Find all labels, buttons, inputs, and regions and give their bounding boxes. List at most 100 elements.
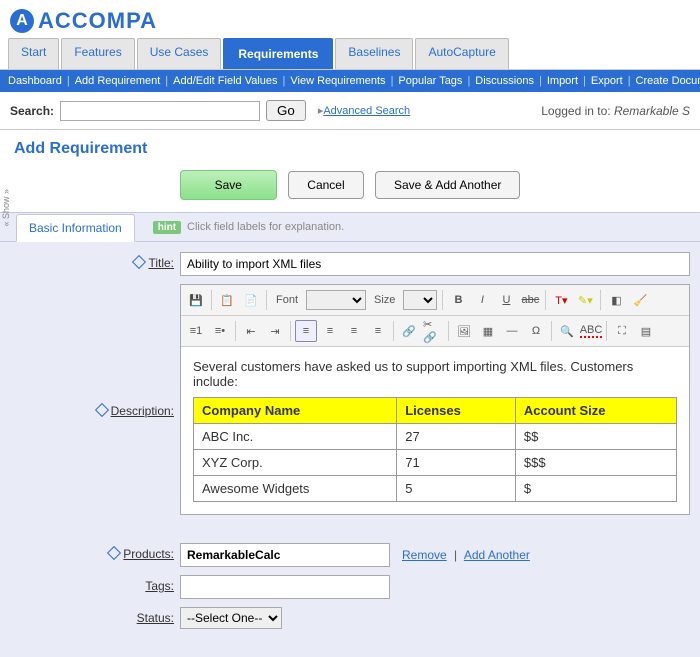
search-label: Search: xyxy=(10,104,54,118)
table-cell: ABC Inc. xyxy=(194,424,397,450)
pin-icon[interactable] xyxy=(132,255,146,269)
editor-content[interactable]: Several customers have asked us to suppo… xyxy=(181,347,689,514)
bold-icon[interactable]: B xyxy=(447,289,469,311)
align-justify-icon[interactable]: ≡ xyxy=(367,320,389,342)
subnav-view-requirements[interactable]: View Requirements xyxy=(290,75,385,87)
link-icon[interactable]: 🔗 xyxy=(398,320,420,342)
size-label: Size xyxy=(369,289,400,311)
label-status[interactable]: Status: xyxy=(137,611,174,625)
fullscreen-icon[interactable]: ⛶ xyxy=(611,320,633,342)
row-tags: Tags: xyxy=(10,575,690,599)
advanced-search-link[interactable]: Advanced Search xyxy=(318,104,410,117)
logo-text: ACCOMPA xyxy=(38,8,157,34)
clear-format-icon[interactable]: 🧹 xyxy=(629,289,651,311)
pin-icon[interactable] xyxy=(107,546,121,560)
table-cell: $$ xyxy=(515,424,676,450)
editor-toolbar-row2: ≡1 ≡• ⇤ ⇥ ≡ ≡ ≡ ≡ 🔗 ✂🔗 🖼 ▦ — xyxy=(181,316,689,347)
align-center-icon[interactable]: ≡ xyxy=(319,320,341,342)
highlight-icon[interactable]: ✎▾ xyxy=(574,289,596,311)
search-bar: Search: Go Advanced Search Logged in to:… xyxy=(0,92,700,130)
ol-icon[interactable]: ≡1 xyxy=(185,320,207,342)
subnav-export[interactable]: Export xyxy=(591,75,623,87)
action-buttons: Save Cancel Save & Add Another xyxy=(0,164,700,212)
pin-icon[interactable] xyxy=(95,403,109,417)
section-tab-basic-info[interactable]: Basic Information xyxy=(16,214,135,242)
hr-icon[interactable]: — xyxy=(501,320,523,342)
table-header: Account Size xyxy=(515,398,676,424)
special-char-icon[interactable]: Ω xyxy=(525,320,547,342)
label-products[interactable]: Products: xyxy=(123,547,174,561)
table-cell: XYZ Corp. xyxy=(194,450,397,476)
source-icon[interactable]: ▤ xyxy=(635,320,657,342)
size-select[interactable] xyxy=(403,290,437,310)
text-color-icon[interactable]: T▾ xyxy=(550,289,572,311)
save-button[interactable]: Save xyxy=(180,170,277,200)
subnav-import[interactable]: Import xyxy=(547,75,578,87)
strike-icon[interactable]: abc xyxy=(519,289,541,311)
paste-icon[interactable]: 📋 xyxy=(216,289,238,311)
products-input[interactable] xyxy=(180,543,390,567)
subnav-discussions[interactable]: Discussions xyxy=(475,75,534,87)
editor-intro-text: Several customers have asked us to suppo… xyxy=(193,359,677,389)
unlink-icon[interactable]: ✂🔗 xyxy=(422,320,444,342)
subnav-add-edit-field-values[interactable]: Add/Edit Field Values xyxy=(173,75,277,87)
search-input[interactable] xyxy=(60,101,260,121)
table-header: Licenses xyxy=(397,398,516,424)
table-row: Awesome Widgets5$ xyxy=(194,476,677,502)
align-right-icon[interactable]: ≡ xyxy=(343,320,365,342)
tab-baselines[interactable]: Baselines xyxy=(335,38,413,69)
subnav-create-docum[interactable]: Create Docum xyxy=(636,75,700,87)
table-icon[interactable]: ▦ xyxy=(477,320,499,342)
hint-badge: hint xyxy=(153,221,181,234)
indent-icon[interactable]: ⇥ xyxy=(264,320,286,342)
outdent-icon[interactable]: ⇤ xyxy=(240,320,262,342)
table-row: XYZ Corp.71$$$ xyxy=(194,450,677,476)
add-another-product-link[interactable]: Add Another xyxy=(464,548,530,562)
subnav-popular-tags[interactable]: Popular Tags xyxy=(398,75,462,87)
image-icon[interactable]: 🖼 xyxy=(453,320,475,342)
tab-start[interactable]: Start xyxy=(8,38,59,69)
row-products: Products: Remove | Add Another xyxy=(10,543,690,567)
status-select[interactable]: --Select One-- xyxy=(180,607,282,629)
subnav-add-requirement[interactable]: Add Requirement xyxy=(75,75,161,87)
save-add-another-button[interactable]: Save & Add Another xyxy=(375,171,520,199)
search-go-button[interactable]: Go xyxy=(266,100,306,121)
italic-icon[interactable]: I xyxy=(471,289,493,311)
title-input[interactable] xyxy=(180,252,690,276)
cancel-button[interactable]: Cancel xyxy=(288,171,363,199)
table-header: Company Name xyxy=(194,398,397,424)
customer-table: Company NameLicensesAccount Size ABC Inc… xyxy=(193,397,677,502)
label-description[interactable]: Description: xyxy=(111,404,174,418)
eraser-icon[interactable]: ◧ xyxy=(605,289,627,311)
remove-product-link[interactable]: Remove xyxy=(402,548,447,562)
label-tags[interactable]: Tags: xyxy=(145,579,174,593)
label-title[interactable]: Title: xyxy=(148,256,174,270)
table-cell: $$$ xyxy=(515,450,676,476)
tab-requirements[interactable]: Requirements xyxy=(223,38,333,69)
sub-nav: Dashboard|Add Requirement|Add/Edit Field… xyxy=(0,70,700,92)
row-status: Status: --Select One-- xyxy=(10,607,690,629)
tab-features[interactable]: Features xyxy=(61,38,134,69)
ul-icon[interactable]: ≡• xyxy=(209,320,231,342)
form-area: Title: Description: 💾 📋 📄 Font Size B xyxy=(0,242,700,657)
hint-text: Click field labels for explanation. xyxy=(187,221,344,233)
row-title: Title: xyxy=(10,252,690,276)
spellcheck-icon[interactable]: ABC xyxy=(580,320,602,342)
tab-use-cases[interactable]: Use Cases xyxy=(137,38,222,69)
tab-autocapture[interactable]: AutoCapture xyxy=(415,38,508,69)
main-tabs: StartFeaturesUse CasesRequirementsBaseli… xyxy=(0,38,700,70)
logged-in-status: Logged in to: Remarkable S xyxy=(541,104,690,118)
save-icon[interactable]: 💾 xyxy=(185,289,207,311)
align-left-icon[interactable]: ≡ xyxy=(295,320,317,342)
show-hide-toggle[interactable]: « Show » xyxy=(0,185,12,231)
table-cell: 5 xyxy=(397,476,516,502)
table-cell: $ xyxy=(515,476,676,502)
find-icon[interactable]: 🔍 xyxy=(556,320,578,342)
underline-icon[interactable]: U xyxy=(495,289,517,311)
table-cell: 27 xyxy=(397,424,516,450)
tags-input[interactable] xyxy=(180,575,390,599)
table-row: ABC Inc.27$$ xyxy=(194,424,677,450)
paste-word-icon[interactable]: 📄 xyxy=(240,289,262,311)
font-select[interactable] xyxy=(306,290,366,310)
subnav-dashboard[interactable]: Dashboard xyxy=(8,75,62,87)
